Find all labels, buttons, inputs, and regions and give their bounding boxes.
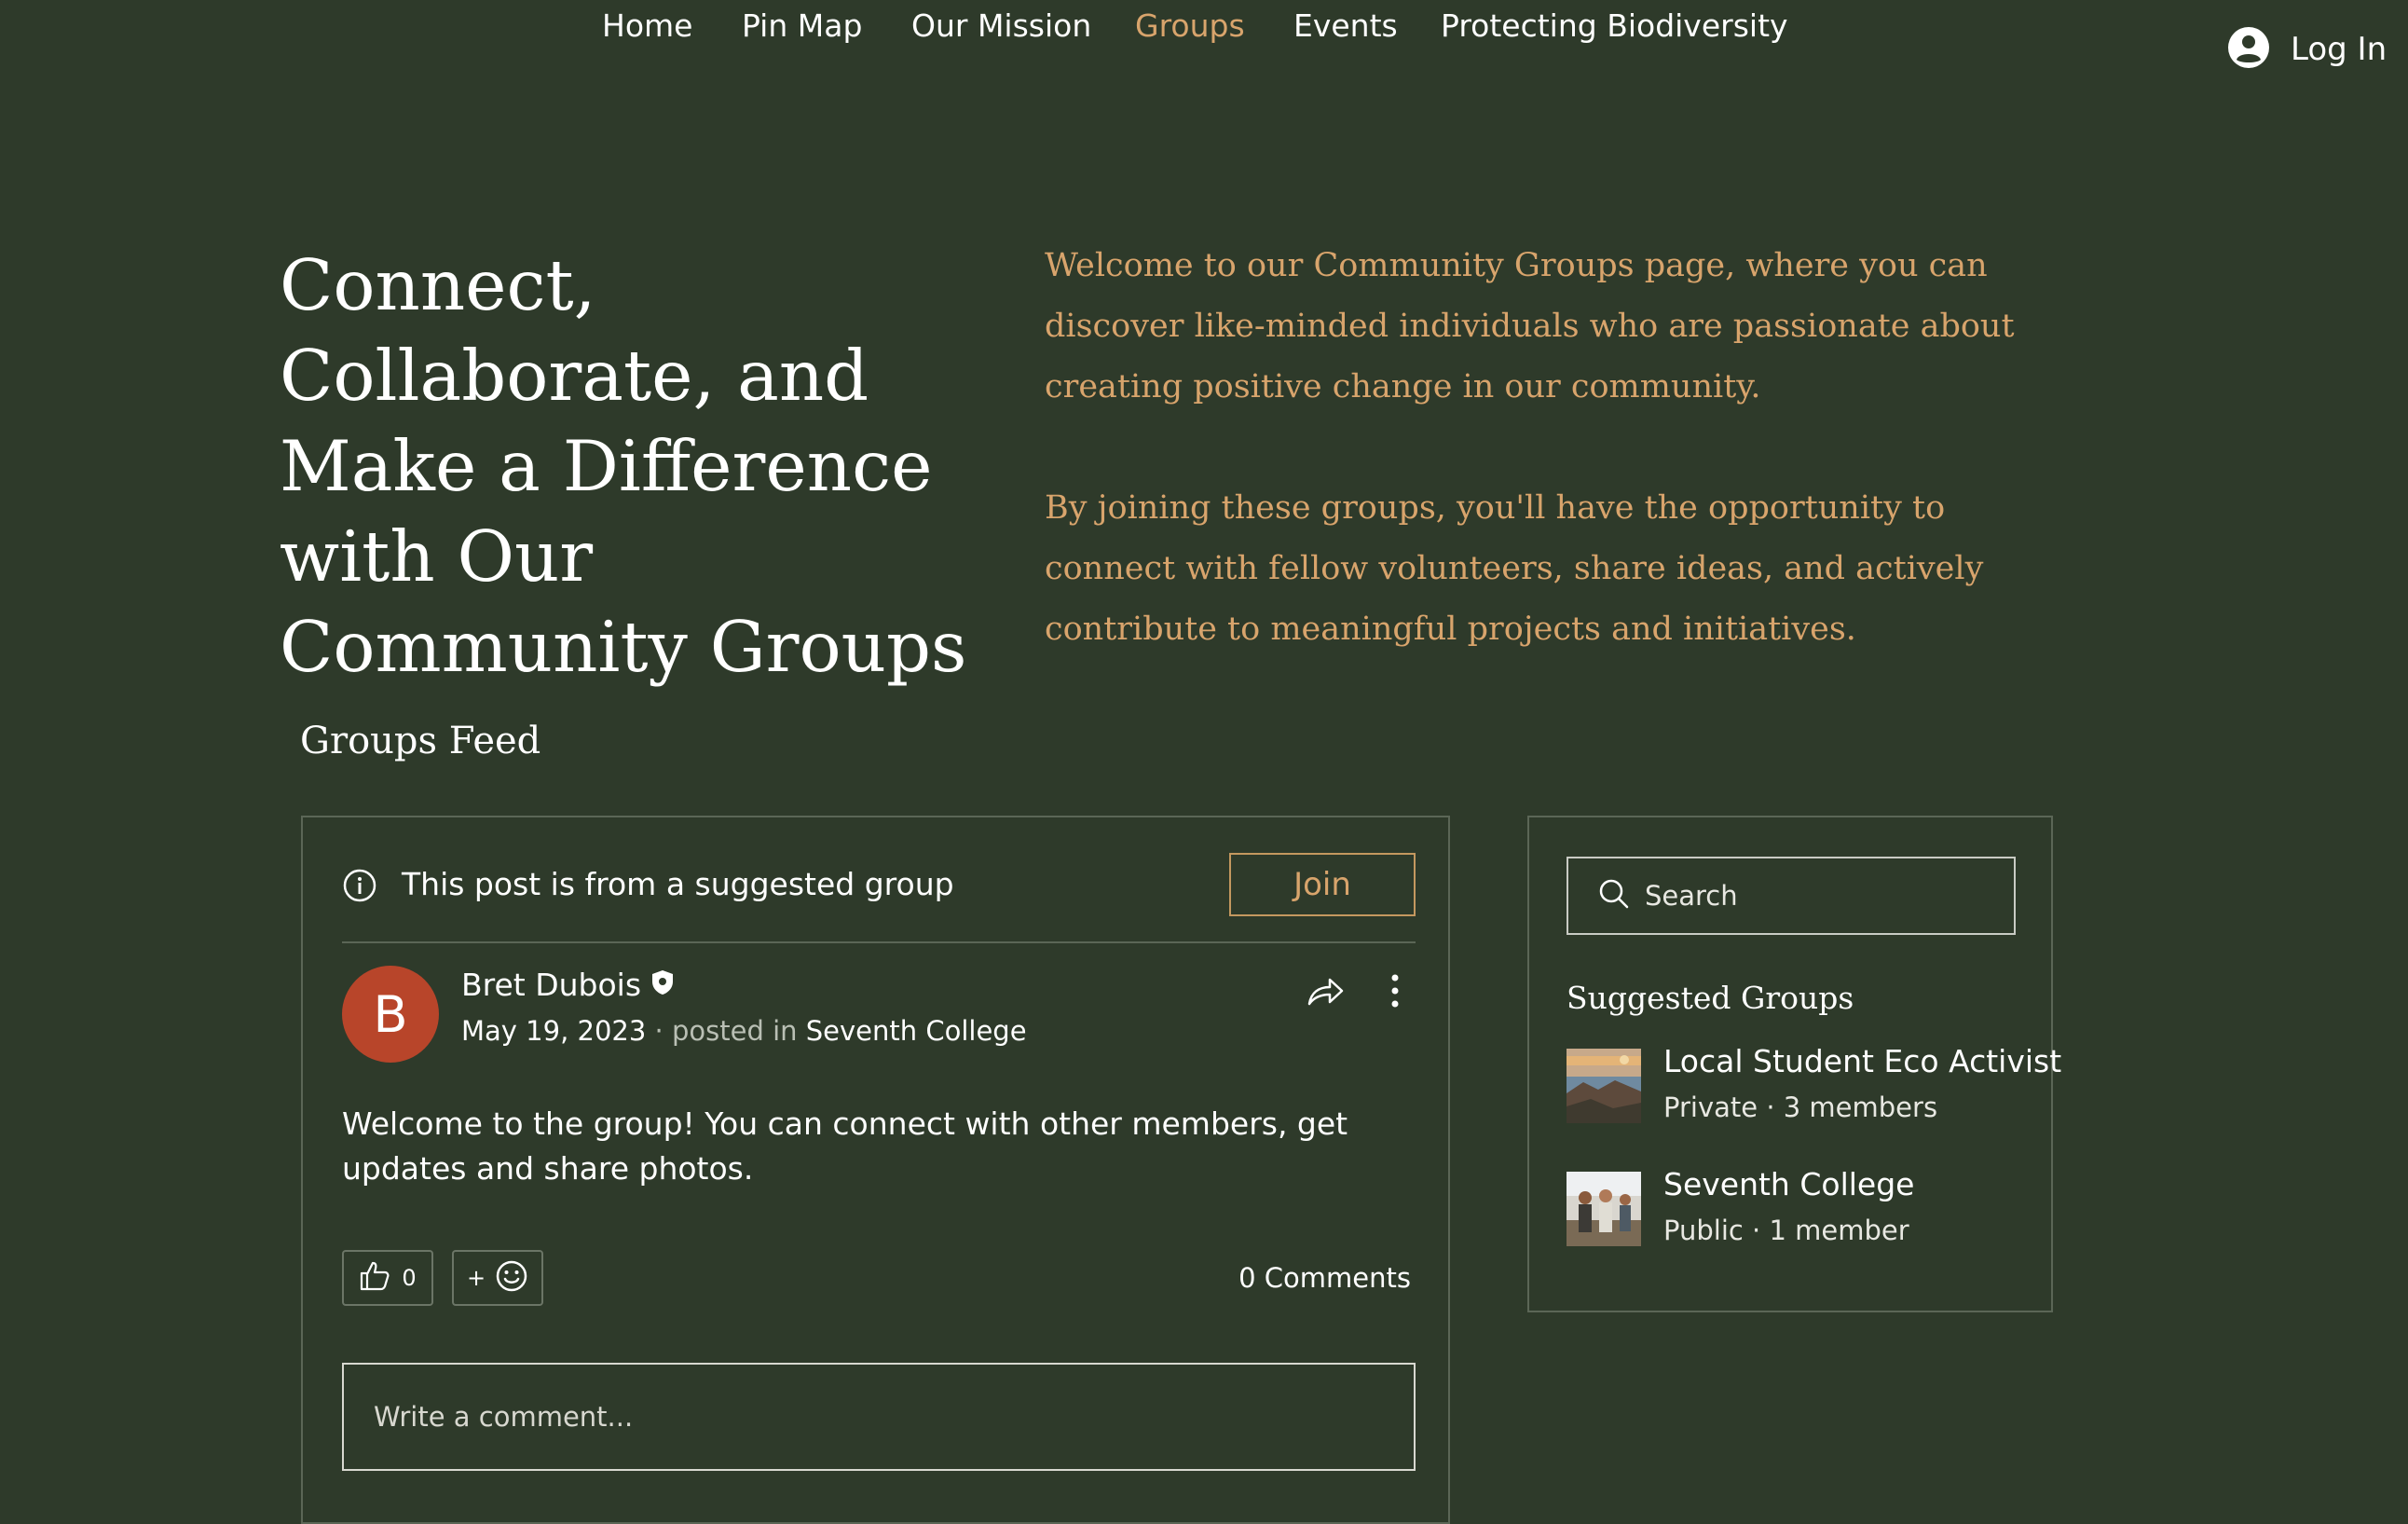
suggested-notice-row: This post is from a suggested group Join xyxy=(342,853,1416,920)
search-icon xyxy=(1598,878,1630,913)
group-thumbnail xyxy=(1567,1049,1641,1123)
avatar[interactable]: B xyxy=(342,966,439,1063)
main-nav: Home Pin Map Our Mission Groups Events P… xyxy=(0,0,2408,68)
info-icon xyxy=(342,868,377,907)
group-meta: Public · 1 member xyxy=(1663,1215,1909,1246)
add-reaction-button[interactable]: + xyxy=(452,1250,543,1306)
post-date: May 19, 2023 xyxy=(461,1015,647,1047)
more-options-icon[interactable] xyxy=(1389,972,1402,1013)
group-meta: Private · 3 members xyxy=(1663,1092,1938,1123)
nav-groups[interactable]: Groups xyxy=(1135,7,1245,44)
hero-title: Connect, Collaborate, and Make a Differe… xyxy=(280,244,967,688)
smiley-icon xyxy=(495,1259,528,1297)
post-group-link[interactable]: Seventh College xyxy=(806,1015,1027,1047)
suggested-notice-text: This post is from a suggested group xyxy=(402,866,954,902)
share-icon[interactable] xyxy=(1306,974,1345,1011)
post-card: This post is from a suggested group Join… xyxy=(301,816,1450,1524)
hero-description: Welcome to our Community Groups page, wh… xyxy=(1045,236,2070,721)
posted-in-label: · posted in xyxy=(646,1015,806,1047)
comments-count[interactable]: 0 Comments xyxy=(1238,1262,1411,1294)
search-input[interactable] xyxy=(1643,879,1982,913)
group-name: Local Student Eco Activist xyxy=(1663,1043,2062,1079)
login-label: Log In xyxy=(2291,31,2387,68)
hero-paragraph-2: By joining these groups, you'll have the… xyxy=(1045,489,1984,648)
nav-our-mission[interactable]: Our Mission xyxy=(911,7,1091,44)
groups-sidebar: Suggested Groups Local Student Eco Activ… xyxy=(1527,816,2061,1312)
divider xyxy=(342,941,1416,943)
user-circle-icon xyxy=(2227,26,2270,73)
admin-badge-icon xyxy=(650,967,675,1003)
nav-events[interactable]: Events xyxy=(1293,7,1398,44)
like-count: 0 xyxy=(402,1265,417,1291)
author-name: Bret Dubois xyxy=(461,967,642,1003)
group-thumbnail xyxy=(1567,1172,1641,1246)
like-button[interactable]: 0 xyxy=(342,1250,433,1306)
suggested-groups-title: Suggested Groups xyxy=(1567,980,1854,1016)
post-body: Welcome to the group! You can connect wi… xyxy=(342,1105,1348,1187)
suggested-group-item[interactable]: Seventh College Public · 1 member xyxy=(1567,1166,2032,1250)
comment-input[interactable] xyxy=(342,1363,1416,1471)
nav-pin-map[interactable]: Pin Map xyxy=(742,7,862,44)
group-name: Seventh College xyxy=(1663,1166,1915,1202)
search-box[interactable] xyxy=(1567,857,2016,935)
nav-protecting-biodiversity[interactable]: Protecting Biodiversity xyxy=(1441,7,1788,44)
feed-title: Groups Feed xyxy=(300,720,541,762)
post-meta: May 19, 2023 · posted in Seventh College xyxy=(461,1015,1027,1047)
thumbs-up-icon xyxy=(359,1260,390,1296)
nav-home[interactable]: Home xyxy=(602,7,692,44)
login-button[interactable]: Log In xyxy=(2227,26,2387,73)
join-button[interactable]: Join xyxy=(1229,853,1416,916)
suggested-group-item[interactable]: Local Student Eco Activist Private · 3 m… xyxy=(1567,1043,2061,1127)
plus-label: + xyxy=(466,1265,486,1291)
post-author[interactable]: Bret Dubois xyxy=(461,967,675,1003)
hero-paragraph-1: Welcome to our Community Groups page, wh… xyxy=(1045,247,2015,405)
